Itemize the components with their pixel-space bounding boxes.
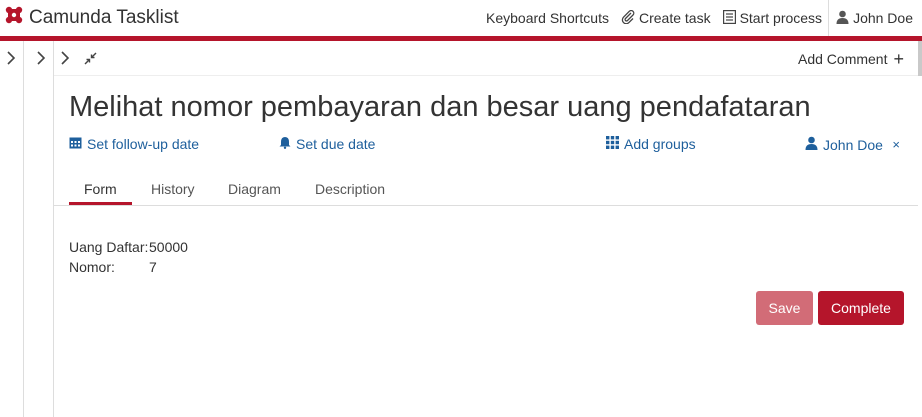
start-process-link[interactable]: Start process: [717, 0, 828, 36]
list-icon: [722, 9, 740, 27]
paperclip-icon: [621, 9, 639, 27]
top-nav-links: Keyboard Shortcuts Create task Start pro…: [480, 0, 922, 36]
camunda-logo-icon: [5, 6, 23, 29]
tab-description[interactable]: Description: [315, 181, 385, 197]
bell-icon: [279, 136, 296, 152]
create-task-label: Create task: [638, 10, 711, 26]
grid-icon: [606, 136, 624, 152]
chevron-right-icon[interactable]: [6, 51, 16, 70]
assignee-name: John Doe: [823, 136, 883, 153]
task-title: Melihat nomor pembayaran dan besar uang …: [69, 91, 811, 123]
start-process-label: Start process: [739, 10, 823, 26]
task-toolbar: Add Comment +: [54, 41, 918, 76]
due-date-label: Set due date: [296, 136, 376, 152]
field-value-uang-daftar: 50000: [149, 239, 188, 255]
add-groups-link[interactable]: Add groups: [606, 136, 696, 152]
create-task-link[interactable]: Create task: [615, 0, 717, 36]
set-follow-up-date-link[interactable]: Set follow-up date: [69, 136, 199, 152]
complete-button[interactable]: Complete: [818, 291, 904, 325]
tab-history[interactable]: History: [151, 181, 195, 197]
user-name: John Doe: [853, 10, 913, 26]
groups-label: Add groups: [624, 136, 696, 152]
save-button[interactable]: Save: [756, 291, 813, 325]
scrollbar[interactable]: [918, 41, 922, 76]
follow-up-label: Set follow-up date: [87, 136, 200, 152]
set-due-date-link[interactable]: Set due date: [279, 136, 375, 152]
brand[interactable]: Camunda Tasklist: [5, 6, 179, 29]
list-column[interactable]: [24, 41, 54, 417]
active-tab-indicator: [69, 202, 132, 205]
user-icon: [836, 10, 853, 27]
field-label-nomor: Nomor:: [69, 259, 115, 275]
add-comment-button[interactable]: Add Comment +: [798, 49, 904, 69]
task-tabs: Form History Diagram Description: [54, 173, 918, 206]
tab-diagram[interactable]: Diagram: [228, 181, 281, 197]
collapse-icon[interactable]: [84, 52, 97, 70]
app-title: Camunda Tasklist: [29, 6, 179, 28]
task-panel: Add Comment + Melihat nomor pembayaran d…: [54, 41, 918, 417]
field-label-uang-daftar: Uang Daftar:: [69, 239, 149, 255]
assignee-link[interactable]: John Doe: [805, 136, 883, 153]
form-field-row: Nomor: 7: [69, 259, 157, 275]
chevron-right-icon[interactable]: [36, 51, 46, 70]
field-value-nomor: 7: [149, 259, 157, 275]
keyboard-shortcuts-link[interactable]: Keyboard Shortcuts: [480, 0, 615, 36]
form-field-row: Uang Daftar: 50000: [69, 239, 188, 255]
user-menu[interactable]: John Doe: [828, 0, 922, 36]
keyboard-shortcuts-label: Keyboard Shortcuts: [486, 10, 609, 26]
filters-column[interactable]: [0, 41, 24, 417]
plus-icon: +: [893, 49, 904, 69]
top-navbar: Camunda Tasklist Keyboard Shortcuts Crea…: [0, 0, 922, 36]
add-comment-label: Add Comment: [798, 51, 888, 67]
calendar-icon: [69, 136, 87, 152]
tab-form[interactable]: Form: [84, 181, 117, 197]
user-icon: [805, 136, 823, 153]
remove-assignee-button[interactable]: ×: [892, 137, 900, 152]
chevron-right-icon[interactable]: [60, 51, 70, 70]
